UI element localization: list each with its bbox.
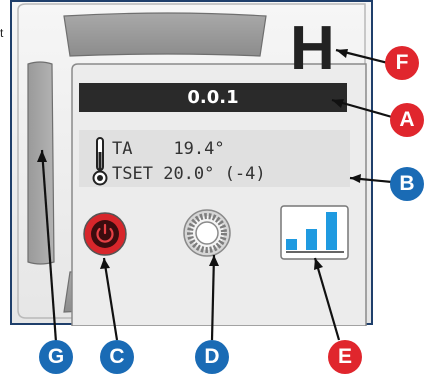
callout-b: B (390, 167, 424, 201)
callout-g: G (39, 340, 73, 374)
leader-d (210, 254, 216, 341)
leader-g (40, 149, 58, 343)
arrowhead-d (209, 255, 219, 266)
callout-c: C (100, 340, 134, 374)
arrowhead-a (332, 99, 344, 108)
callout-d: D (195, 340, 229, 374)
callout-e: E (328, 340, 362, 374)
callout-lines (37, 48, 393, 343)
arrowhead-g (37, 150, 47, 162)
callout-f: F (385, 46, 419, 80)
leader-e (313, 257, 341, 341)
leader-c (102, 257, 119, 341)
arrowhead-f (336, 49, 348, 58)
arrowhead-e (314, 258, 323, 270)
arrowhead-b (350, 174, 361, 183)
callout-a: A (390, 103, 424, 137)
